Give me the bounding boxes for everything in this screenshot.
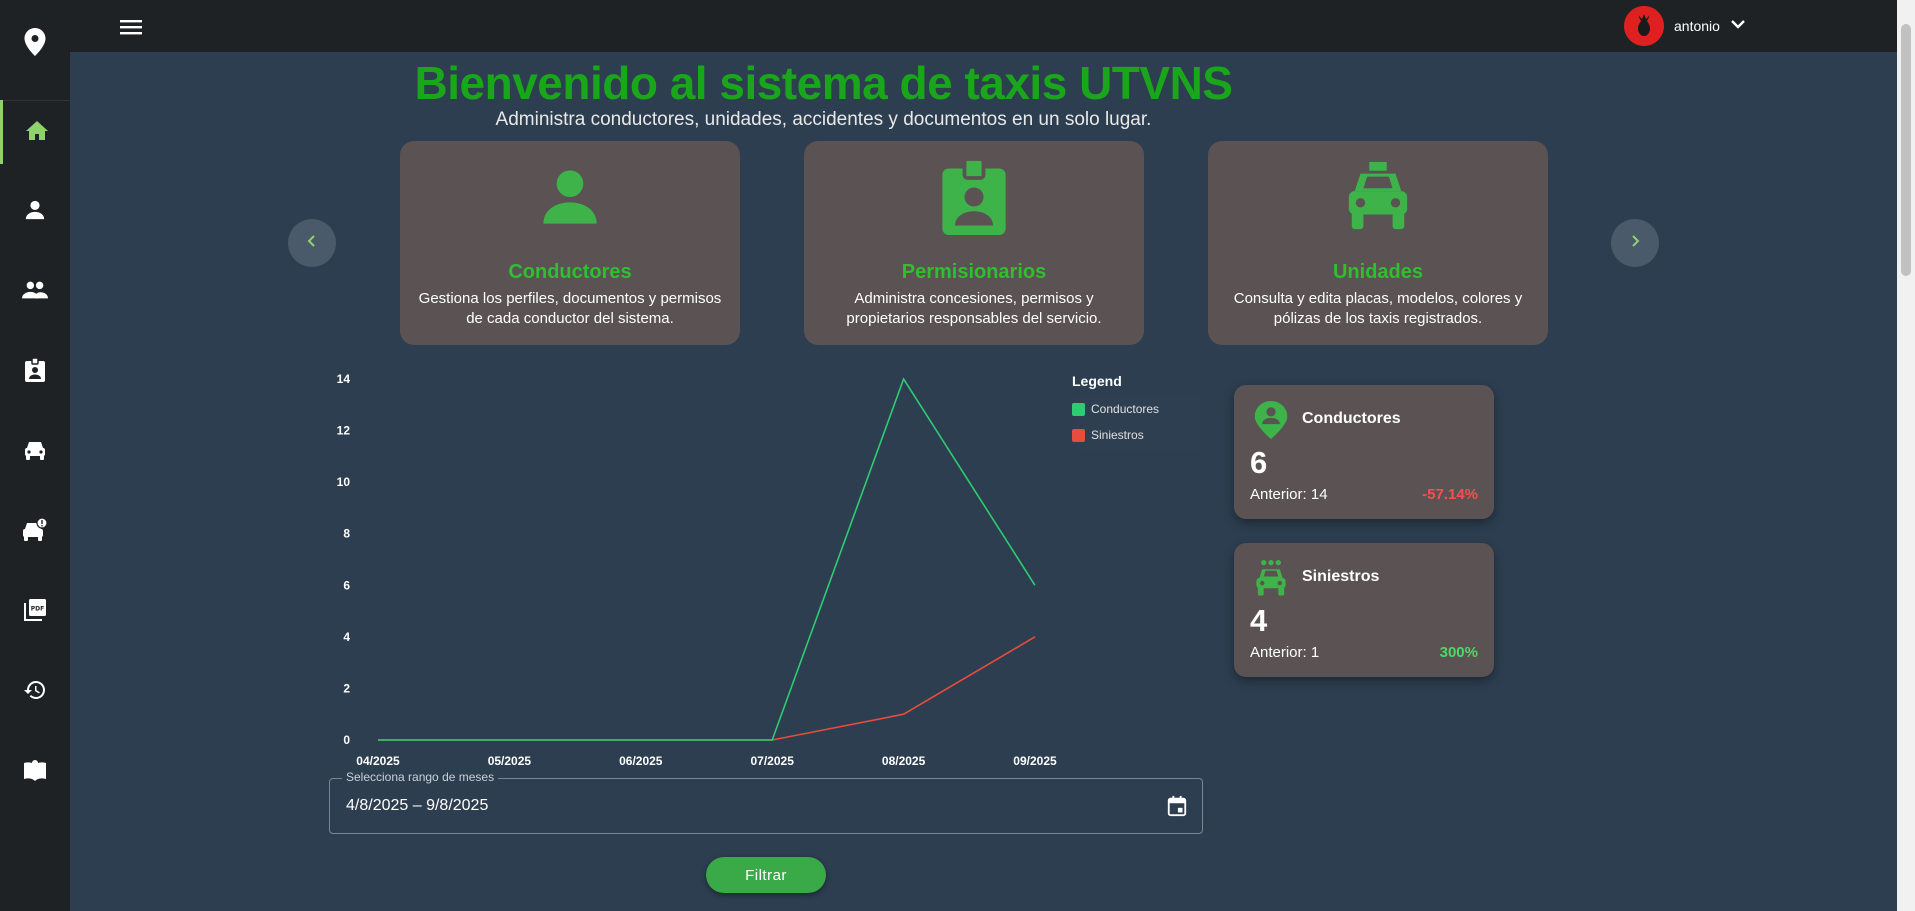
stat-card-conductores[interactable]: Conductores 6 Anterior: 14 -57.14% (1234, 385, 1494, 519)
legend-title: Legend (1072, 373, 1122, 389)
legend-swatch (1072, 428, 1085, 442)
stat-name: Conductores (1302, 410, 1401, 427)
legend-label: Conductores (1091, 402, 1160, 416)
line-chart: 0 2 4 6 8 10 12 14 04/2025 05/2025 06/2025 07/2025 0… (337, 372, 1057, 768)
stat-previous: Anterior: 14 (1250, 486, 1328, 503)
scrollbar-thumb[interactable] (1901, 24, 1911, 276)
x-tick-label: 06/2025 (619, 754, 663, 768)
x-tick-label: 04/2025 (356, 754, 400, 768)
chart-legend: Legend Conductores Siniestros (1062, 360, 1200, 456)
y-tick-label: 8 (343, 527, 350, 541)
car-wash-icon (1252, 559, 1290, 597)
stat-change: 300% (1439, 644, 1478, 661)
stat-change: -57.14% (1422, 486, 1478, 503)
y-tick-label: 0 (343, 733, 350, 747)
y-tick-label: 6 (343, 578, 350, 592)
x-tick-label: 07/2025 (751, 754, 795, 768)
series-line-conductores (378, 377, 1036, 741)
stat-name: Siniestros (1302, 568, 1380, 585)
legend-label: Siniestros (1091, 428, 1144, 442)
y-tick-label: 4 (343, 630, 350, 644)
legend-item: Conductores (1072, 402, 1159, 416)
x-tick-label: 09/2025 (1013, 754, 1057, 768)
legend-swatch (1072, 402, 1085, 416)
y-tick-label: 10 (337, 475, 351, 489)
stat-card-siniestros[interactable]: Siniestros 4 Anterior: 1 300% (1234, 543, 1494, 677)
person-pin-icon (1252, 401, 1290, 439)
stat-value: 4 (1250, 603, 1268, 638)
y-tick-label: 2 (343, 681, 350, 695)
y-tick-label: 14 (337, 372, 351, 386)
y-tick-label: 12 (337, 424, 351, 438)
stat-previous: Anterior: 1 (1250, 644, 1320, 661)
x-tick-label: 05/2025 (488, 754, 532, 768)
stat-value: 6 (1250, 445, 1268, 480)
scrollbar[interactable] (1897, 0, 1915, 911)
x-tick-label: 08/2025 (882, 754, 926, 768)
series-line-siniestros (378, 636, 1036, 741)
legend-item: Siniestros (1072, 428, 1144, 442)
